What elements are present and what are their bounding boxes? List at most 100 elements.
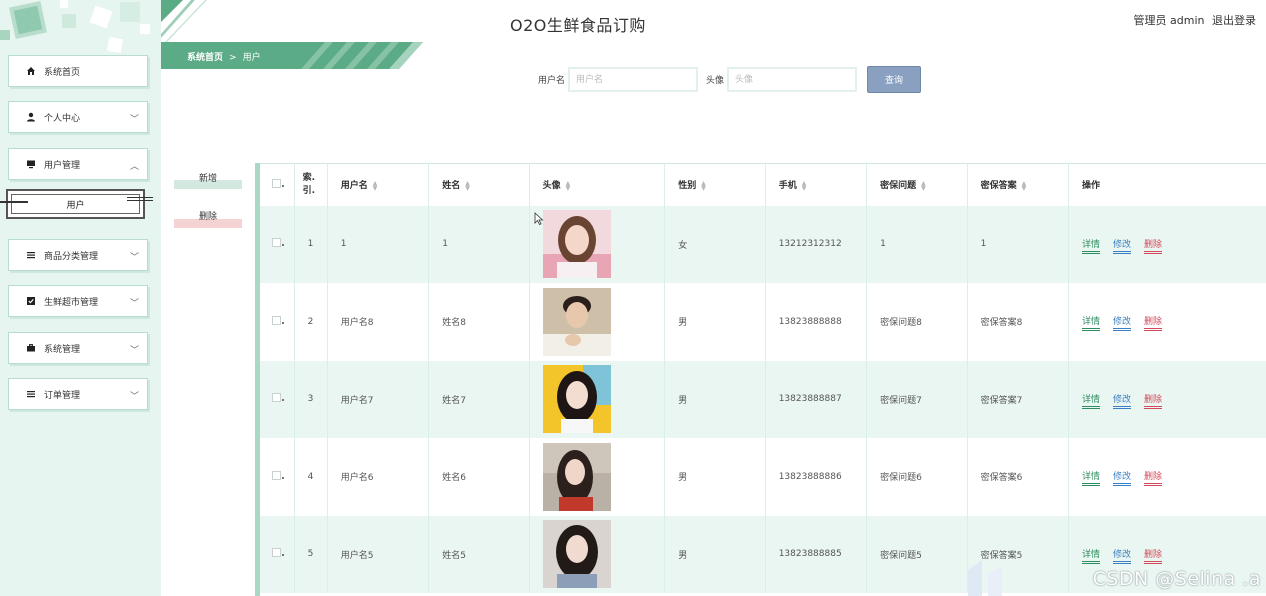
cell-username: 用户名8 (327, 283, 430, 361)
chevron-down-icon: ﹀ (129, 392, 139, 402)
cell-index: 3 (294, 360, 328, 438)
sidebar-subitem-users[interactable]: 用户 (0, 189, 153, 219)
cell-gender: 男 (664, 438, 766, 516)
sort-icon[interactable]: ▲ ▼ (802, 180, 807, 191)
sidebar-item-label: 个人中心 (44, 113, 81, 124)
sidebar-item-label: 商品分类管理 (44, 251, 99, 262)
edit-link[interactable]: 修改 (1113, 469, 1132, 487)
row-checkbox[interactable] (272, 393, 284, 403)
sort-icon[interactable]: ▲ ▼ (701, 180, 706, 191)
breadcrumb-current: 用户 (242, 53, 261, 63)
cell-index: 4 (294, 438, 328, 516)
cell-index: 2 (294, 283, 328, 361)
sort-icon[interactable]: ▲ ▼ (465, 180, 470, 191)
sort-icon[interactable]: ▲ ▼ (566, 180, 571, 191)
sidebar-item-personal-center[interactable]: 个人中心 ﹀ (8, 101, 148, 133)
logout-link[interactable]: 退出登录 (1212, 14, 1256, 27)
add-button[interactable]: 新增 (174, 169, 242, 189)
batch-delete-button[interactable]: 删除 (174, 207, 242, 228)
sort-icon[interactable]: ▲ ▼ (921, 180, 926, 191)
sort-icon[interactable]: ▲ ▼ (373, 180, 378, 191)
cell-name: 姓名5 (428, 515, 530, 593)
avatar-image (542, 442, 611, 511)
sidebar-item-label: 系统首页 (44, 67, 81, 78)
table-row: 1 1 1 女 13212312312 1 1 详情 修改 删除 (260, 205, 1266, 283)
avatar-search-input[interactable] (727, 67, 858, 92)
column-header-actions: 操作 (1068, 163, 1266, 206)
row-checkbox[interactable] (272, 315, 284, 325)
admin-label: 管理员 admin (1133, 14, 1205, 27)
sidebar-item-home[interactable]: 系统首页 (8, 55, 148, 87)
cell-answer: 密保答案7 (967, 360, 1070, 438)
search-bar: 用户名 头像 查询 (538, 66, 921, 93)
list-icon (25, 249, 37, 261)
avatar-image (542, 210, 611, 279)
column-header-name[interactable]: 姓名 ▲ ▼ (428, 163, 530, 206)
cell-gender: 男 (664, 515, 766, 593)
chevron-down-icon: ﹀ (129, 115, 139, 125)
sidebar-item-supermarket-management[interactable]: 生鲜超市管理 ﹀ (8, 285, 148, 317)
sidebar-decoration (0, 0, 150, 54)
column-header-index: 索. 引. (294, 163, 328, 206)
cell-name: 1 (428, 205, 530, 283)
sort-icon[interactable]: ▲ ▼ (1022, 180, 1027, 191)
delete-link[interactable]: 删除 (1144, 469, 1163, 487)
cell-phone: 13823888888 (765, 283, 868, 361)
row-checkbox[interactable] (272, 548, 284, 558)
detail-link[interactable]: 详情 (1082, 314, 1101, 332)
delete-link[interactable]: 删除 (1144, 314, 1163, 332)
sidebar-item-label: 系统管理 (44, 344, 81, 355)
delete-link[interactable]: 删除 (1144, 547, 1163, 564)
edit-link[interactable]: 修改 (1113, 314, 1132, 332)
avatar-image (542, 520, 611, 589)
sidebar-item-order-management[interactable]: 订单管理 ﹀ (8, 378, 148, 410)
detail-link[interactable]: 详情 (1082, 237, 1101, 254)
mouse-cursor-icon (534, 212, 544, 226)
detail-link[interactable]: 详情 (1082, 392, 1101, 409)
checkbox-icon (25, 295, 37, 307)
sidebar-item-category-management[interactable]: 商品分类管理 ﹀ (8, 239, 148, 271)
row-checkbox[interactable] (272, 238, 284, 248)
column-header-gender[interactable]: 性别 ▲ ▼ (664, 163, 766, 206)
cell-username: 用户名5 (327, 515, 430, 593)
table-row: 3 用户名7 姓名7 男 13823888887 密保问题7 密保答案7 详情 … (260, 360, 1266, 438)
cell-gender: 女 (664, 205, 766, 283)
chevron-down-icon: ﹀ (129, 299, 139, 309)
select-all-checkbox[interactable] (272, 178, 284, 188)
delete-link[interactable]: 删除 (1144, 237, 1163, 254)
chevron-down-icon: ﹀ (129, 346, 139, 356)
cell-phone: 13823888886 (765, 438, 868, 516)
chevron-up-icon: ︿ (129, 162, 139, 172)
sidebar-item-system-management[interactable]: 系统管理 ﹀ (8, 332, 148, 364)
breadcrumb-home[interactable]: 系统首页 (187, 53, 223, 63)
cell-answer: 密保答案8 (967, 283, 1070, 361)
cell-phone: 13823888885 (765, 515, 868, 593)
row-checkbox[interactable] (272, 470, 284, 480)
sidebar-item-user-management[interactable]: 用户管理 ︿ (8, 148, 148, 180)
column-header-question[interactable]: 密保问题 ▲ ▼ (866, 163, 968, 206)
column-header-username[interactable]: 用户名 ▲ ▼ (327, 163, 430, 206)
watermark-decoration (968, 560, 1002, 596)
sidebar-item-label: 用户管理 (44, 160, 81, 171)
top-header: O2O生鲜食品订购 管理员 admin 退出登录 (161, 0, 1266, 42)
cell-name: 姓名8 (428, 283, 530, 361)
sidebar: 系统首页 个人中心 ﹀ 用户管理 ︿ 用户 商品分类管理 ﹀ 生鲜超市管理 ﹀ (0, 0, 161, 596)
delete-link[interactable]: 删除 (1144, 392, 1163, 409)
detail-link[interactable]: 详情 (1082, 547, 1101, 564)
cell-question: 密保问题8 (866, 283, 968, 361)
detail-link[interactable]: 详情 (1082, 469, 1101, 487)
query-button[interactable]: 查询 (867, 66, 921, 93)
edit-link[interactable]: 修改 (1113, 392, 1132, 409)
cell-index: 5 (294, 515, 328, 593)
user-table: 索. 引. 用户名 ▲ ▼ 姓名 ▲ ▼ 头像 ▲ ▼ 性别 ▲ ▼ 手机 ▲ ▼ 密保问题 ▲ ▼ 密保… (255, 163, 1266, 596)
breadcrumb-separator: > (229, 53, 237, 63)
cell-username: 用户名7 (327, 360, 430, 438)
edit-link[interactable]: 修改 (1113, 547, 1132, 564)
cell-question: 密保问题5 (866, 515, 968, 593)
table-row: 4 用户名6 姓名6 男 13823888886 密保问题6 密保答案6 详情 … (260, 438, 1266, 516)
column-header-avatar[interactable]: 头像 ▲ ▼ (529, 163, 666, 206)
column-header-answer[interactable]: 密保答案 ▲ ▼ (967, 163, 1070, 206)
edit-link[interactable]: 修改 (1113, 237, 1132, 254)
username-search-input[interactable] (568, 67, 699, 92)
column-header-phone[interactable]: 手机 ▲ ▼ (765, 163, 868, 206)
